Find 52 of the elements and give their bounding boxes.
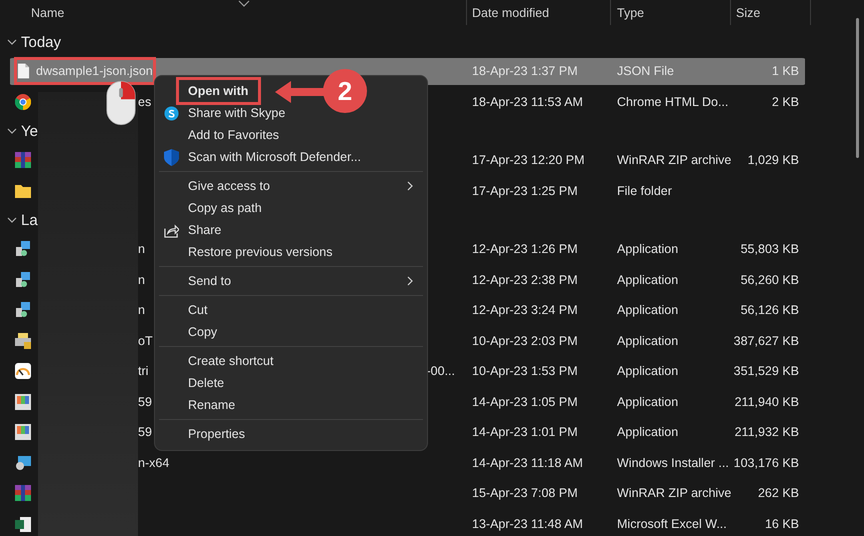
size-cell: 103,176 KB xyxy=(734,456,799,470)
file-name: n xyxy=(138,242,145,256)
type-cell-text: Windows Installer ... xyxy=(616,456,730,470)
file-name: -00... xyxy=(426,364,455,378)
size-cell: 56,260 KB xyxy=(740,272,799,287)
size-cell: 387,627 KB xyxy=(734,334,799,348)
size-cell: 56,126 KB xyxy=(740,303,799,318)
file-name: oT xyxy=(138,334,153,348)
date-cell-text: 14-Apr-23 11:18 AM xyxy=(471,456,584,470)
type-cell-text: Application xyxy=(616,242,680,256)
file-name: es xyxy=(138,94,152,109)
size-cell: 1,029 KB xyxy=(748,153,799,168)
size-cell: 55,803 KB xyxy=(740,242,799,256)
date-cell-text: 10-Apr-23 1:53 PM xyxy=(471,364,579,378)
date-cell-text: 12-Apr-23 1:26 PM xyxy=(471,242,579,256)
file-name: n-x64 xyxy=(138,456,170,470)
size-cell: 2 KB xyxy=(772,94,799,109)
type-cell-text: JSON File xyxy=(616,64,675,78)
size-cell: 16 KB xyxy=(764,516,799,531)
size-cell: 211,940 KB xyxy=(734,394,799,409)
type-cell-text: Chrome HTML Do... xyxy=(616,94,730,109)
date-cell-text: 13-Apr-23 11:48 AM xyxy=(471,516,584,531)
date-cell-text: 14-Apr-23 1:01 PM xyxy=(471,425,579,440)
type-cell-text: Microsoft Excel W... xyxy=(616,516,728,531)
date-cell-text: 18-Apr-23 11:53 AM xyxy=(471,94,584,109)
size-cell: 351,529 KB xyxy=(734,364,799,378)
size-cell: 262 KB xyxy=(758,486,799,500)
file-name: 59 xyxy=(138,394,152,409)
type-cell-text: Application xyxy=(616,425,680,440)
date-cell-text: 17-Apr-23 12:20 PM xyxy=(471,153,586,168)
type-cell-text: Application xyxy=(616,394,680,409)
file-name: n xyxy=(138,272,145,287)
file-name: n xyxy=(138,303,145,318)
type-cell-text: File folder xyxy=(616,184,673,198)
type-cell-text: WinRAR ZIP archive xyxy=(616,486,730,500)
date-cell-text: 15-Apr-23 7:08 PM xyxy=(471,486,579,500)
date-cell-text: 12-Apr-23 2:38 PM xyxy=(471,272,579,287)
file-name: dwsample1-json.json xyxy=(36,64,153,78)
date-cell-text: 12-Apr-23 3:24 PM xyxy=(471,303,579,318)
date-cell-text: 14-Apr-23 1:05 PM xyxy=(471,394,579,409)
size-cell: 1 KB xyxy=(772,64,799,78)
type-cell-text: Application xyxy=(616,364,680,378)
date-cell-text: 10-Apr-23 2:03 PM xyxy=(471,334,579,348)
type-cell-text: Application xyxy=(616,303,680,318)
size-cell: 211,932 KB xyxy=(734,425,799,440)
date-cell-text: 18-Apr-23 1:37 PM xyxy=(471,64,579,78)
type-cell-text: Application xyxy=(616,272,680,287)
date-cell-text: 17-Apr-23 1:25 PM xyxy=(471,184,579,198)
file-name: tri xyxy=(138,364,148,378)
type-cell-text: WinRAR ZIP archive xyxy=(616,153,730,168)
type-cell-text: Application xyxy=(616,334,680,348)
file-name: 59 xyxy=(138,425,152,440)
